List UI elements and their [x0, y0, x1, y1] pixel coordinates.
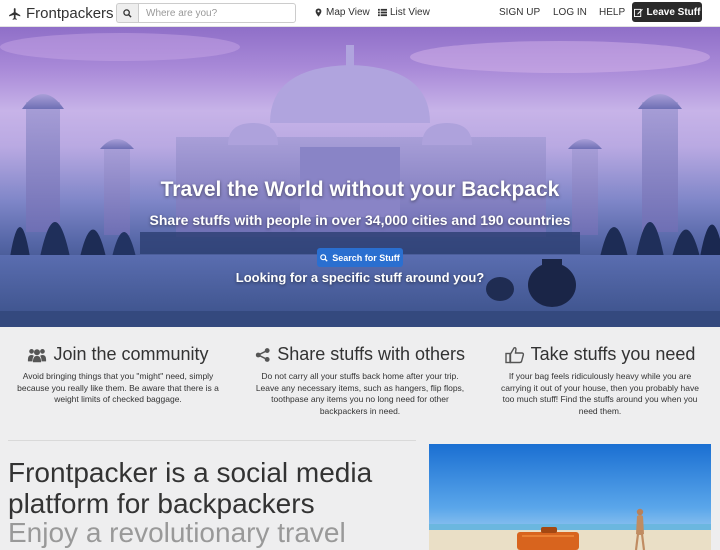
thumbs-up-icon	[504, 346, 524, 363]
map-view-label: Map View	[326, 7, 370, 18]
search-for-stuff-button[interactable]: Search for Stuff	[317, 248, 403, 267]
feature-text: If your bag feels ridiculously heavy whi…	[501, 371, 699, 416]
hero-subtitle: Share stuffs with people in over 34,000 …	[149, 212, 571, 228]
search-input[interactable]	[138, 3, 296, 23]
search-button[interactable]	[116, 3, 138, 23]
map-view-link[interactable]: Map View	[314, 7, 370, 18]
beach-photo	[429, 444, 711, 550]
section-divider	[8, 440, 416, 441]
promo-subheadline: Enjoy a revolutionary travel	[8, 517, 346, 548]
feature-text: Avoid bringing things that you "might" n…	[17, 371, 219, 404]
list-view-label: List View	[390, 7, 430, 18]
feature-take-stuffs: Take stuffs you need If your bag feels r…	[495, 344, 705, 417]
airplane-icon	[9, 7, 21, 20]
search-icon	[123, 8, 132, 18]
search-for-stuff-label: Search for Stuff	[332, 252, 400, 263]
hero-banner: Travel the World without your Backpack S…	[0, 27, 720, 327]
leave-stuff-button[interactable]: Leave Stuff	[632, 2, 702, 22]
map-marker-icon	[315, 8, 322, 17]
users-icon	[28, 348, 47, 362]
hero-question: Looking for a specific stuff around you?	[235, 270, 485, 285]
edit-icon	[633, 8, 643, 17]
leave-stuff-label: Leave Stuff	[646, 6, 701, 18]
sign-up-link[interactable]: SIGN UP	[499, 7, 540, 18]
brand-logo[interactable]: Frontpackers	[8, 5, 114, 22]
feature-share-stuffs: Share stuffs with others Do not carry al…	[255, 344, 465, 417]
search-icon	[320, 253, 328, 262]
top-navbar: Frontpackers Map View List View SIGN UP …	[0, 0, 720, 27]
feature-title: Take stuffs you need	[530, 344, 696, 364]
features-section: Join the community Avoid bringing things…	[0, 327, 720, 550]
feature-text: Do not carry all your stuffs back home a…	[255, 371, 465, 416]
list-view-link[interactable]: List View	[378, 7, 430, 18]
promo-headline: Frontpacker is a social media platform f…	[8, 457, 373, 519]
list-icon	[378, 8, 387, 17]
help-link[interactable]: HELP	[599, 7, 625, 18]
hero-title: Travel the World without your Backpack	[160, 178, 560, 201]
share-icon	[255, 347, 270, 362]
feature-title: Share stuffs with others	[277, 344, 465, 364]
log-in-link[interactable]: LOG IN	[553, 7, 587, 18]
brand-name: Frontpackers	[26, 5, 114, 22]
feature-title: Join the community	[53, 344, 209, 364]
feature-join-community: Join the community Avoid bringing things…	[13, 344, 223, 406]
